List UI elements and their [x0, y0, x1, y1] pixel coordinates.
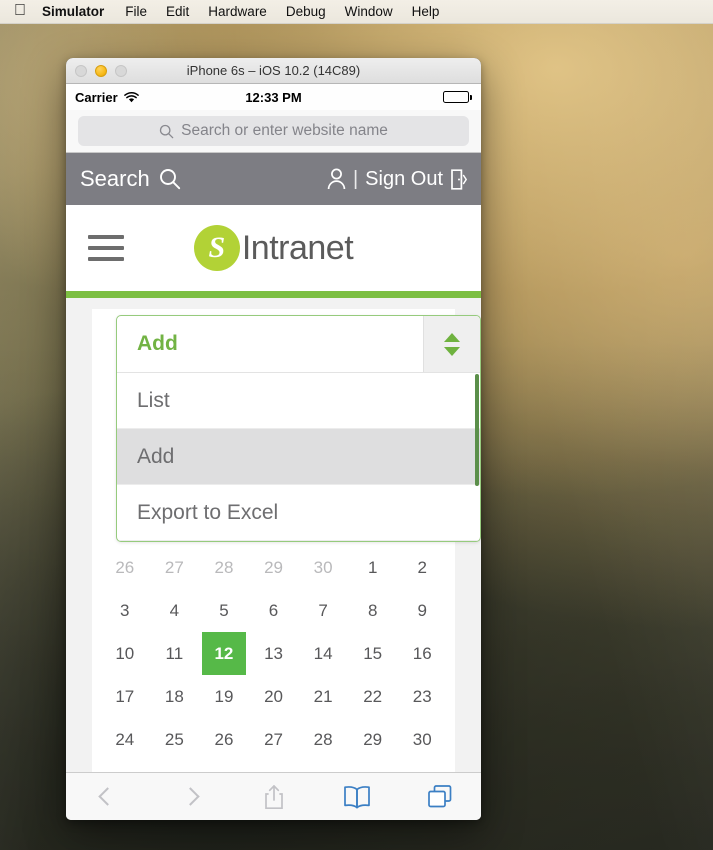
- calendar-day[interactable]: 19: [199, 675, 249, 718]
- calendar-grid: 26 27 28 29 30 1 2 3 4 5 6 7 8 9 10 11 1…: [92, 546, 455, 761]
- calendar-day[interactable]: 20: [249, 675, 299, 718]
- search-icon: [159, 124, 174, 139]
- window-title: iPhone 6s – iOS 10.2 (14C89): [186, 63, 361, 78]
- minimize-button[interactable]: [95, 64, 107, 77]
- calendar-day[interactable]: 3: [100, 589, 150, 632]
- calendar-day[interactable]: 1: [348, 546, 398, 589]
- calendar-week-row: 26 27 28 29 30 1 2: [100, 546, 447, 589]
- calendar-day[interactable]: 10: [100, 632, 150, 675]
- menu-item-edit[interactable]: Edit: [166, 4, 189, 19]
- calendar-day[interactable]: 2: [397, 546, 447, 589]
- calendar-day[interactable]: 30: [397, 718, 447, 761]
- menu-item-file[interactable]: File: [125, 4, 147, 19]
- hamburger-menu-icon[interactable]: [88, 235, 124, 261]
- calendar-week-row: 10 11 12 13 14 15 16: [100, 632, 447, 675]
- menu-item-help[interactable]: Help: [412, 4, 440, 19]
- calendar-week-row: 24 25 26 27 28 29 30: [100, 718, 447, 761]
- ios-screen: Carrier 12:33 PM Search or enter website…: [66, 84, 481, 820]
- ios-status-bar: Carrier 12:33 PM: [66, 84, 481, 110]
- macos-menu-bar:  Simulator File Edit Hardware Debug Win…: [0, 0, 713, 24]
- page-body: 26 27 28 29 30 1 2 3 4 5 6 7 8 9 10 11 1…: [66, 298, 481, 772]
- stepper-up-arrow-icon[interactable]: [444, 332, 460, 342]
- accent-divider-bar: [66, 291, 481, 298]
- calendar-day[interactable]: 26: [100, 546, 150, 589]
- calendar-day-selected[interactable]: 12: [199, 632, 249, 675]
- status-bar-time: 12:33 PM: [245, 89, 302, 105]
- dropdown-selected-label: Add: [137, 332, 178, 355]
- calendar-day[interactable]: 6: [249, 589, 299, 632]
- calendar-day[interactable]: 21: [298, 675, 348, 718]
- calendar-week-row: 3 4 5 6 7 8 9: [100, 589, 447, 632]
- calendar-day[interactable]: 29: [348, 718, 398, 761]
- calendar-day[interactable]: 24: [100, 718, 150, 761]
- dropdown-option-export[interactable]: Export to Excel: [117, 485, 480, 541]
- calendar-day[interactable]: 22: [348, 675, 398, 718]
- menu-item-simulator[interactable]: Simulator: [42, 4, 104, 19]
- header-search-group[interactable]: Search: [80, 166, 181, 192]
- calendar-day[interactable]: 4: [150, 589, 200, 632]
- header-search-label: Search: [80, 166, 150, 191]
- sign-out-label[interactable]: Sign Out: [365, 168, 443, 191]
- dropdown-selected-row[interactable]: Add: [117, 316, 480, 373]
- window-title-bar[interactable]: iPhone 6s – iOS 10.2 (14C89): [66, 58, 481, 84]
- calendar-day[interactable]: 7: [298, 589, 348, 632]
- content-card: 26 27 28 29 30 1 2 3 4 5 6 7 8 9 10 11 1…: [92, 309, 481, 772]
- safari-address-field[interactable]: Search or enter website name: [78, 116, 469, 146]
- dropdown-option-add[interactable]: Add: [117, 429, 480, 485]
- calendar-day[interactable]: 11: [150, 632, 200, 675]
- calendar-day[interactable]: 28: [199, 546, 249, 589]
- share-icon[interactable]: [232, 784, 315, 810]
- calendar-day[interactable]: 16: [397, 632, 447, 675]
- menu-item-window[interactable]: Window: [345, 4, 393, 19]
- exit-door-icon[interactable]: [450, 168, 467, 190]
- safari-url-placeholder: Search or enter website name: [181, 122, 388, 139]
- calendar-day[interactable]: 15: [348, 632, 398, 675]
- calendar-day[interactable]: 14: [298, 632, 348, 675]
- calendar-day[interactable]: 8: [348, 589, 398, 632]
- menu-item-debug[interactable]: Debug: [286, 4, 326, 19]
- brand-logo-group: S Intranet: [66, 225, 481, 271]
- close-button[interactable]: [75, 64, 87, 77]
- dropdown-option-list[interactable]: List: [117, 373, 480, 429]
- header-separator: |: [352, 167, 359, 190]
- calendar-day[interactable]: 29: [249, 546, 299, 589]
- bookmarks-book-icon[interactable]: [315, 785, 398, 809]
- calendar-day[interactable]: 25: [150, 718, 200, 761]
- forward-chevron-icon[interactable]: [149, 787, 232, 806]
- calendar-day[interactable]: 28: [298, 718, 348, 761]
- header-account-group: | Sign Out: [327, 168, 467, 191]
- calendar-day[interactable]: 17: [100, 675, 150, 718]
- calendar-day[interactable]: 9: [397, 589, 447, 632]
- dropdown-stepper[interactable]: [423, 316, 480, 372]
- safari-url-bar: Search or enter website name: [66, 110, 481, 153]
- calendar-day-selected-label: 12: [201, 632, 246, 675]
- traffic-lights: [66, 64, 127, 77]
- menu-item-hardware[interactable]: Hardware: [208, 4, 267, 19]
- search-icon[interactable]: [159, 168, 181, 190]
- logo-mark-icon: S: [193, 225, 240, 271]
- simulator-window: iPhone 6s – iOS 10.2 (14C89) Carrier 12:…: [66, 58, 481, 820]
- user-person-icon[interactable]: [327, 168, 346, 190]
- site-header-bar: Search | Sign Out: [66, 153, 481, 205]
- calendar-day[interactable]: 23: [397, 675, 447, 718]
- tabs-icon[interactable]: [398, 784, 481, 809]
- back-chevron-icon[interactable]: [66, 787, 149, 806]
- calendar-day[interactable]: 5: [199, 589, 249, 632]
- apple-logo-icon[interactable]: : [14, 2, 26, 19]
- calendar-day[interactable]: 13: [249, 632, 299, 675]
- calendar-day[interactable]: 18: [150, 675, 200, 718]
- calendar-day[interactable]: 30: [298, 546, 348, 589]
- brand-name: Intranet: [241, 228, 354, 267]
- calendar-day[interactable]: 27: [249, 718, 299, 761]
- calendar-week-row: 17 18 19 20 21 22 23: [100, 675, 447, 718]
- safari-bottom-toolbar: [66, 772, 481, 820]
- zoom-button[interactable]: [115, 64, 127, 77]
- site-branding-bar: S Intranet: [66, 205, 481, 291]
- dropdown-scrollbar[interactable]: [475, 374, 479, 486]
- dropdown-select[interactable]: Add List Add Export to Excel: [116, 315, 481, 542]
- calendar-day[interactable]: 26: [199, 718, 249, 761]
- calendar-day[interactable]: 27: [150, 546, 200, 589]
- stepper-down-arrow-icon[interactable]: [444, 346, 460, 356]
